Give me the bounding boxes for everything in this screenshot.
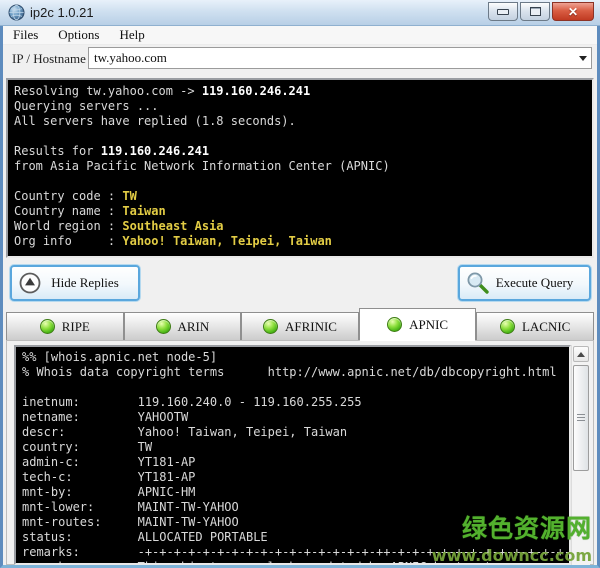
whois-output: %% [whois.apnic.net node-5]% Whois data … (14, 345, 571, 565)
tab-label: ARIN (178, 319, 210, 335)
scrollbar-thumb[interactable] (573, 365, 589, 471)
green-led-icon (156, 319, 171, 334)
resolver-output: Resolving tw.yahoo.com -> 119.160.246.24… (6, 78, 594, 258)
ip-hostname-combobox[interactable]: tw.yahoo.com (88, 47, 592, 69)
terminal-line: All servers have replied (1.8 seconds). (14, 114, 592, 129)
tab-apnic[interactable]: APNIC (359, 308, 477, 341)
tab-lacnic[interactable]: LACNIC (476, 312, 594, 341)
minimize-button[interactable] (488, 2, 518, 21)
menu-item-help[interactable]: Help (109, 27, 154, 43)
terminal-line (14, 129, 592, 144)
dropdown-arrow-icon (579, 56, 587, 61)
green-led-icon (263, 319, 278, 334)
maximize-button[interactable] (520, 2, 550, 21)
whois-line: admin-c: YT181-AP (22, 455, 569, 470)
magnifier-icon (466, 271, 490, 295)
hide-replies-button[interactable]: Hide Replies (10, 265, 140, 301)
green-led-icon (387, 317, 402, 332)
tab-label: APNIC (409, 317, 448, 333)
terminal-line (14, 174, 592, 189)
whois-line (22, 380, 569, 395)
terminal-line: from Asia Pacific Network Information Ce… (14, 159, 592, 174)
terminal-line: Resolving tw.yahoo.com -> 119.160.246.24… (14, 84, 592, 99)
tab-afrinic[interactable]: AFRINIC (241, 312, 359, 341)
terminal-line: World region : Southeast Asia (14, 219, 592, 234)
window-title: ip2c 1.0.21 (30, 5, 94, 20)
ip-hostname-value[interactable]: tw.yahoo.com (89, 50, 575, 66)
whois-line: mnt-lower: MAINT-TW-YAHOO (22, 500, 569, 515)
whois-line: remarks: -+-+-+-+-+-+-+-+-+-+-+-+-+-+-+-… (22, 545, 569, 560)
maximize-icon (530, 7, 541, 16)
hide-replies-label: Hide Replies (42, 275, 138, 291)
tab-label: RIPE (62, 319, 90, 335)
titlebar[interactable]: ip2c 1.0.21 ✕ (0, 0, 600, 26)
terminal-line: Results for 119.160.246.241 (14, 144, 592, 159)
close-icon: ✕ (568, 6, 578, 18)
scrollbar-up-button[interactable] (573, 346, 589, 362)
whois-line: % Whois data copyright terms http://www.… (22, 365, 569, 380)
whois-line: mnt-routes: MAINT-TW-YAHOO (22, 515, 569, 530)
up-arrow-circle-icon (18, 271, 42, 295)
tab-arin[interactable]: ARIN (124, 312, 242, 341)
terminal-line: Querying servers ... (14, 99, 592, 114)
minimize-icon (497, 9, 509, 15)
ip-hostname-label: IP / Hostname (12, 51, 86, 67)
app-window: ip2c 1.0.21 ✕ FilesOptionsHelp IP / Host… (0, 0, 600, 568)
whois-scrollbar[interactable] (571, 345, 590, 565)
whois-line: netname: YAHOOTW (22, 410, 569, 425)
execute-query-label: Execute Query (490, 275, 589, 291)
tab-label: LACNIC (522, 319, 570, 335)
execute-query-button[interactable]: Execute Query (458, 265, 591, 301)
menu-item-options[interactable]: Options (48, 27, 109, 43)
tab-ripe[interactable]: RIPE (6, 312, 124, 341)
registry-tabs: RIPE ARIN AFRINIC APNIC LACNIC (6, 308, 594, 341)
combobox-dropdown-button[interactable] (575, 48, 591, 68)
terminal-line: Country code : TW (14, 189, 592, 204)
green-led-icon (500, 319, 515, 334)
whois-line: descr: Yahoo! Taiwan, Teipei, Taiwan (22, 425, 569, 440)
terminal-line: Country name : Taiwan (14, 204, 592, 219)
globe-icon (8, 4, 25, 21)
close-button[interactable]: ✕ (552, 2, 594, 21)
green-led-icon (40, 319, 55, 334)
whois-line: %% [whois.apnic.net node-5] (22, 350, 569, 365)
menu-item-files[interactable]: Files (3, 27, 48, 43)
whois-line: inetnum: 119.160.240.0 - 119.160.255.255 (22, 395, 569, 410)
whois-line: remarks: This object can only be updated… (22, 560, 569, 565)
window-controls: ✕ (488, 2, 594, 21)
scroll-up-arrow-icon (577, 352, 585, 357)
whois-line: country: TW (22, 440, 569, 455)
menubar: FilesOptionsHelp (3, 26, 597, 45)
scrollbar-grip (577, 414, 585, 422)
tab-label: AFRINIC (285, 319, 337, 335)
whois-line: mnt-by: APNIC-HM (22, 485, 569, 500)
terminal-line: Org info : Yahoo! Taiwan, Teipei, Taiwan (14, 234, 592, 249)
whois-line: tech-c: YT181-AP (22, 470, 569, 485)
whois-line: status: ALLOCATED PORTABLE (22, 530, 569, 545)
